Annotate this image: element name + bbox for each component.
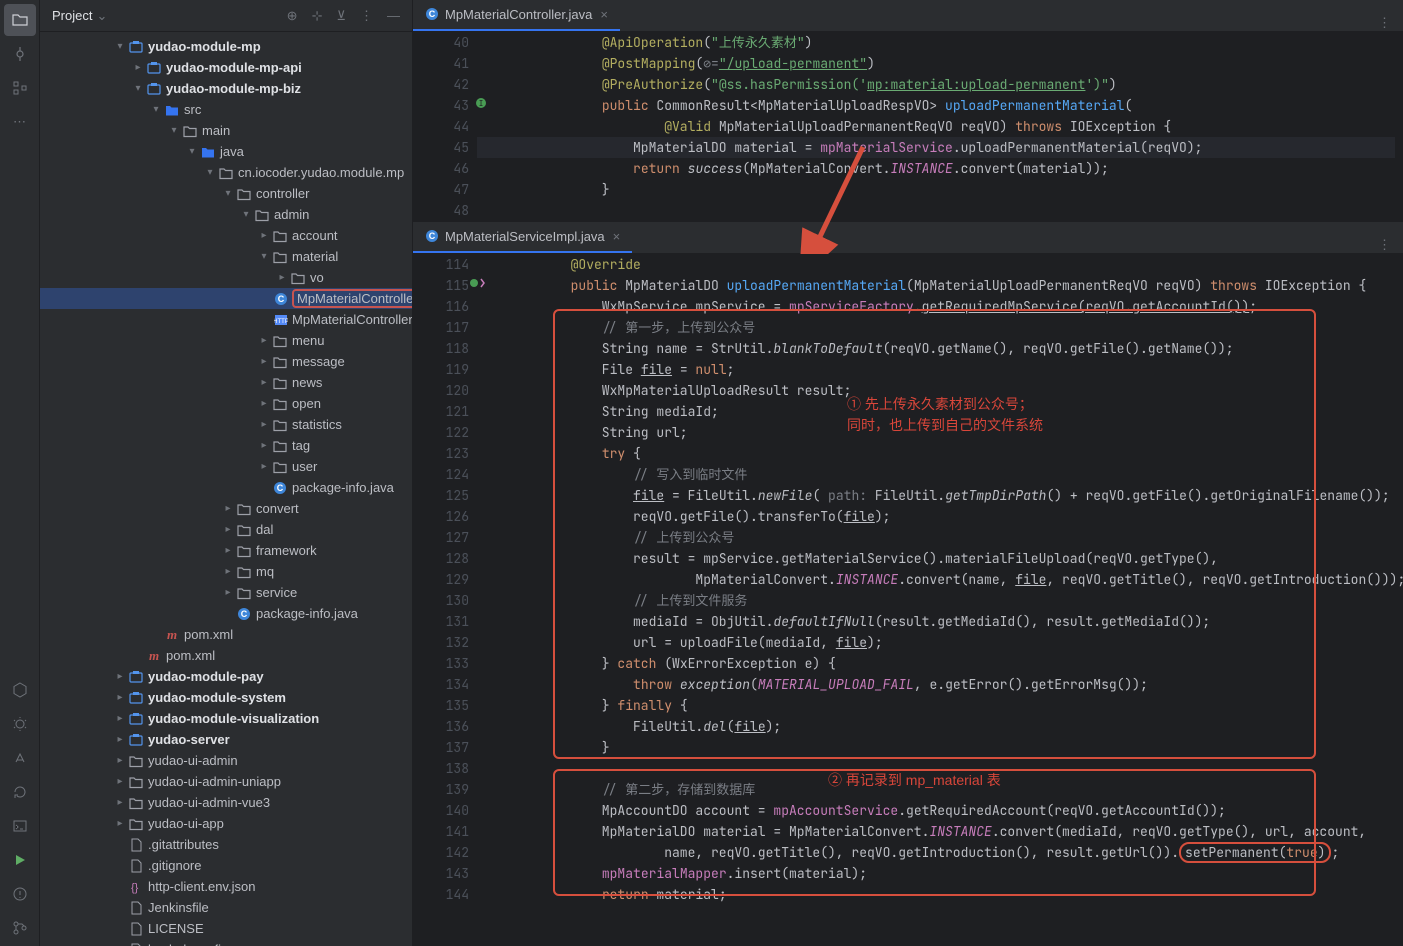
tree-item[interactable]: ▸message (40, 351, 412, 372)
run-tool-btn[interactable] (4, 844, 36, 876)
tab-service-impl[interactable]: C MpMaterialServiceImpl.java × (413, 221, 632, 253)
structure-tool-btn[interactable] (4, 72, 36, 104)
svg-text:C: C (278, 294, 285, 304)
svg-text:HTTP: HTTP (274, 319, 288, 325)
tree-item[interactable]: {}http-client.env.json (40, 876, 412, 897)
tree-item[interactable]: ▸convert (40, 498, 412, 519)
svg-text:C: C (429, 9, 436, 19)
expand-all-icon[interactable]: ⊹ (312, 8, 323, 24)
class-icon: C (425, 7, 439, 21)
tree-item[interactable]: HTTPMpMaterialController.http (40, 309, 412, 330)
tree-item[interactable]: ▸news (40, 372, 412, 393)
build-tool-btn[interactable] (4, 742, 36, 774)
tree-item[interactable]: CMpMaterialController (40, 288, 412, 309)
terminal-tool-btn[interactable] (4, 810, 36, 842)
tree-item[interactable]: ▸statistics (40, 414, 412, 435)
close-icon[interactable]: × (600, 7, 608, 22)
tree-item[interactable]: ▸yudao-module-pay (40, 666, 412, 687)
tree-item[interactable]: ▾admin (40, 204, 412, 225)
tree-item[interactable]: Cpackage-info.java (40, 603, 412, 624)
project-title[interactable]: Project (52, 8, 92, 23)
tree-item[interactable]: mpom.xml (40, 645, 412, 666)
tree-item[interactable]: ▾yudao-module-mp-biz (40, 78, 412, 99)
tree-item[interactable]: mpom.xml (40, 624, 412, 645)
project-tree[interactable]: ▾yudao-module-mp▸yudao-module-mp-api▾yud… (40, 32, 412, 946)
tree-item[interactable]: ▸service (40, 582, 412, 603)
hide-icon[interactable]: — (387, 8, 400, 24)
tab-label: MpMaterialServiceImpl.java (445, 229, 605, 244)
tree-item[interactable]: ▸yudao-module-mp-api (40, 57, 412, 78)
code-area-top[interactable]: 40414243I4445464748 @ApiOperation("上传永久素… (413, 32, 1403, 222)
tabbar-bottom: C MpMaterialServiceImpl.java × ⋮ (413, 222, 1403, 254)
tree-item[interactable]: ▸dal (40, 519, 412, 540)
tree-item[interactable]: ▸yudao-ui-app (40, 813, 412, 834)
commit-tool-btn[interactable] (4, 38, 36, 70)
tree-item[interactable]: ▾material (40, 246, 412, 267)
class-icon: C (425, 229, 439, 243)
tree-item[interactable]: Jenkinsfile (40, 897, 412, 918)
svg-text:C: C (241, 609, 248, 619)
close-icon[interactable]: × (613, 229, 621, 244)
svg-text:I: I (479, 99, 484, 109)
hex-tool-btn[interactable] (4, 674, 36, 706)
tab-controller[interactable]: C MpMaterialController.java × (413, 0, 620, 31)
editors-area: C MpMaterialController.java × ⋮ 40414243… (413, 0, 1403, 946)
tree-item[interactable]: ▾java (40, 141, 412, 162)
more-tool-btn[interactable]: ⋯ (4, 106, 36, 138)
tab-more-icon[interactable]: ⋮ (1366, 15, 1403, 31)
tree-item[interactable]: ▸tag (40, 435, 412, 456)
tree-item[interactable]: .gitattributes (40, 834, 412, 855)
tree-item[interactable]: ▾src (40, 99, 412, 120)
tabbar-top: C MpMaterialController.java × ⋮ (413, 0, 1403, 32)
svg-text:{}: {} (131, 882, 139, 894)
tree-item[interactable]: ▾main (40, 120, 412, 141)
tree-item[interactable]: ▸yudao-ui-admin-uniapp (40, 771, 412, 792)
tree-item[interactable]: ▸vo (40, 267, 412, 288)
tree-item[interactable]: ▸framework (40, 540, 412, 561)
tree-item[interactable]: ▸mq (40, 561, 412, 582)
tree-item[interactable]: ▾controller (40, 183, 412, 204)
editor-pane-top: C MpMaterialController.java × ⋮ 40414243… (413, 0, 1403, 222)
tab-label: MpMaterialController.java (445, 7, 592, 22)
tree-item[interactable]: ▸yudao-module-visualization (40, 708, 412, 729)
tree-item[interactable]: ▸user (40, 456, 412, 477)
tree-item[interactable]: LICENSE (40, 918, 412, 939)
chevron-down-icon[interactable]: ⌄ (96, 8, 107, 24)
editor-pane-bottom: C MpMaterialServiceImpl.java × ⋮ 1141151… (413, 222, 1403, 946)
tree-item[interactable]: Cpackage-info.java (40, 477, 412, 498)
tree-item[interactable]: ▸yudao-ui-admin (40, 750, 412, 771)
tree-item[interactable]: ▸yudao-module-system (40, 687, 412, 708)
left-tool-rail: ⋯ (0, 0, 40, 946)
tree-item[interactable]: ▾yudao-module-mp (40, 36, 412, 57)
project-header: Project ⌄ ⊕ ⊹ ⊻ ⋮ — (40, 0, 412, 32)
tree-item[interactable]: ▸menu (40, 330, 412, 351)
tree-item[interactable]: ▸yudao-ui-admin-vue3 (40, 792, 412, 813)
debug-tool-btn[interactable] (4, 708, 36, 740)
tree-item[interactable]: ▸yudao-server (40, 729, 412, 750)
tree-item[interactable]: lombok.config (40, 939, 412, 946)
refresh-tool-btn[interactable] (4, 776, 36, 808)
svg-text:C: C (429, 231, 436, 241)
svg-text:C: C (277, 483, 284, 493)
tree-item[interactable]: ▾cn.iocoder.yudao.module.mp (40, 162, 412, 183)
project-tool-btn[interactable] (4, 4, 36, 36)
tab-more-icon[interactable]: ⋮ (1366, 237, 1403, 253)
tree-item[interactable]: ▸account (40, 225, 412, 246)
problems-tool-btn[interactable] (4, 878, 36, 910)
settings-icon[interactable]: ⋮ (360, 8, 373, 24)
code-area-bottom[interactable]: 1141151161171181191201211221231241251261… (413, 254, 1403, 946)
select-opened-icon[interactable]: ⊕ (287, 8, 298, 24)
tree-item[interactable]: .gitignore (40, 855, 412, 876)
tree-item[interactable]: ▸open (40, 393, 412, 414)
collapse-all-icon[interactable]: ⊻ (336, 8, 346, 24)
vcs-tool-btn[interactable] (4, 912, 36, 944)
project-panel: Project ⌄ ⊕ ⊹ ⊻ ⋮ — ▾yudao-module-mp▸yud… (40, 0, 413, 946)
